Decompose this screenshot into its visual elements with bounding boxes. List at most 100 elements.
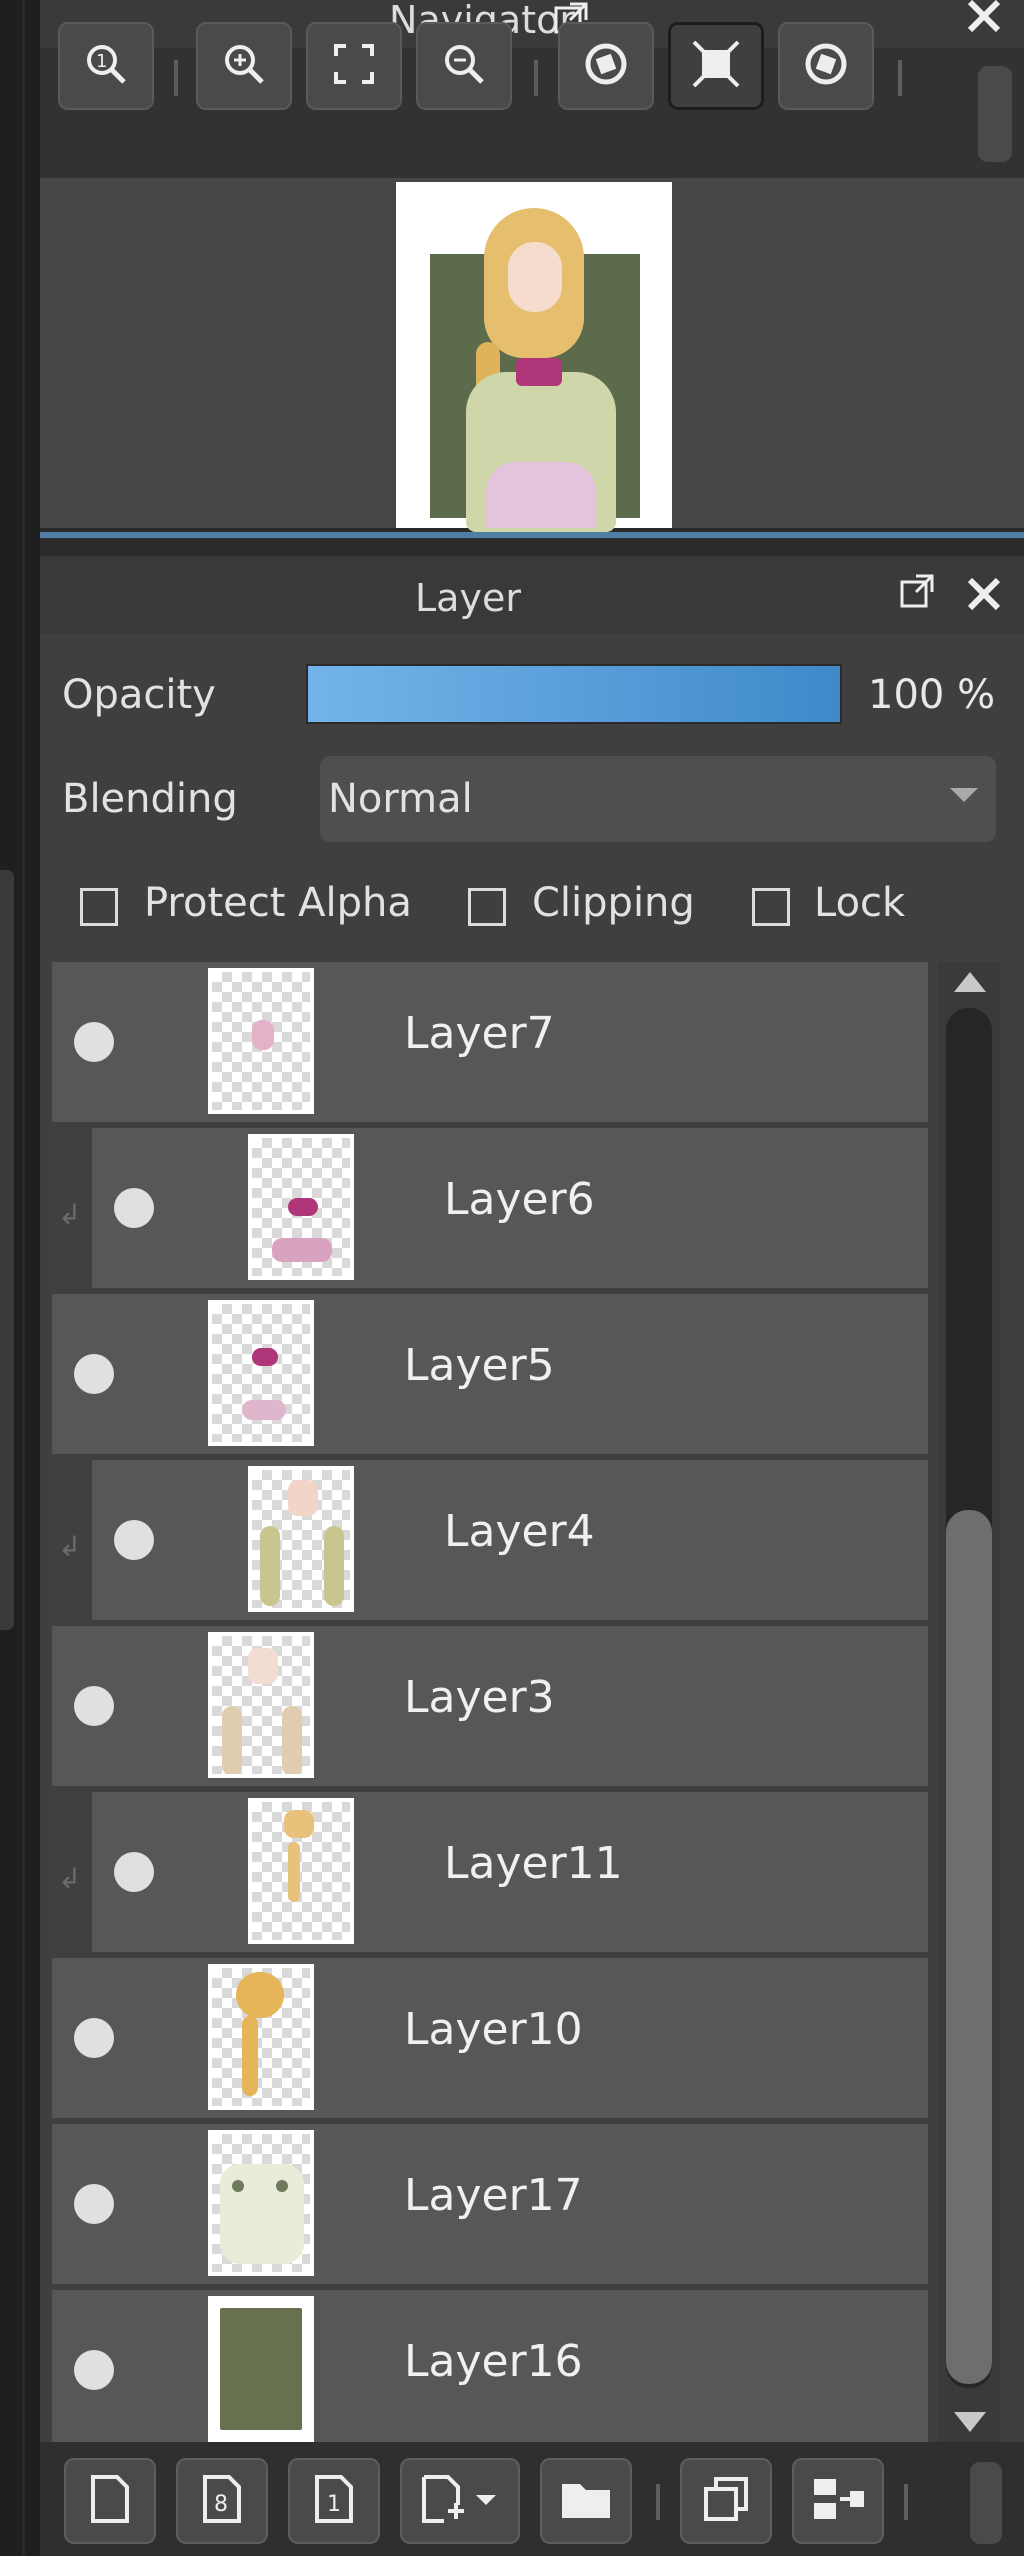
blending-select[interactable]: Normal <box>320 756 996 842</box>
zoom-out-button[interactable] <box>416 22 512 110</box>
popout-icon[interactable] <box>898 572 938 619</box>
side-scrollbar[interactable] <box>0 870 14 1630</box>
zoom-actual-button[interactable]: 1 <box>58 22 154 110</box>
flip-icon <box>690 38 742 94</box>
navigator-toolbar <box>40 48 1024 178</box>
rotate-right-icon <box>800 38 852 94</box>
protect-alpha-label: Protect Alpha <box>144 880 412 926</box>
rotate-left-icon <box>580 38 632 94</box>
merge-layer-button[interactable] <box>792 2458 884 2544</box>
svg-text:1: 1 <box>327 2492 341 2517</box>
opacity-slider[interactable] <box>306 664 842 724</box>
folder-icon <box>558 2476 614 2526</box>
layer-name: Layer4 <box>444 1506 595 1557</box>
layer-row[interactable]: Layer3 <box>52 1626 928 1786</box>
flip-button[interactable] <box>668 22 764 110</box>
layer-name: Layer11 <box>444 1838 623 1889</box>
toolbar-separator <box>534 60 538 96</box>
layer-list: Layer7 ↲ Layer6 Layer5 ↲ Layer4 Layer3 ↲… <box>52 962 930 2450</box>
add-layer-icon <box>418 2473 502 2529</box>
layer-thumbnail <box>208 2130 314 2276</box>
layer-thumbnail <box>248 1798 354 1944</box>
artwork-skirt <box>486 462 596 528</box>
visibility-icon[interactable] <box>74 1022 114 1062</box>
clipping-indicator: ↲ <box>52 1792 92 1952</box>
clipping-label: Clipping <box>532 880 695 926</box>
layer-row[interactable]: Layer16 <box>52 2290 928 2450</box>
rotate-left-button[interactable] <box>558 22 654 110</box>
opacity-value: 100 % <box>868 672 996 718</box>
toolbar-scroll-handle[interactable] <box>970 2462 1002 2544</box>
layer-title: Layer <box>415 576 521 620</box>
layer-row[interactable]: Layer11 <box>92 1792 928 1952</box>
layer-thumbnail <box>208 2296 314 2442</box>
zoom-in-button[interactable] <box>196 22 292 110</box>
zoom-out-icon <box>440 40 488 92</box>
visibility-icon[interactable] <box>74 2018 114 2058</box>
artwork-face <box>508 242 562 312</box>
artwork-bow <box>516 358 562 386</box>
opacity-label: Opacity <box>62 672 216 718</box>
clipping-checkbox[interactable] <box>468 888 506 926</box>
scroll-up-icon[interactable] <box>954 972 986 992</box>
layer-scrollbar[interactable] <box>938 962 1000 2442</box>
canvas-thumbnail[interactable] <box>396 182 672 532</box>
visibility-icon[interactable] <box>74 1686 114 1726</box>
layer-row[interactable]: Layer10 <box>52 1958 928 2118</box>
layer-name: Layer7 <box>404 1008 555 1059</box>
scroll-thumb[interactable] <box>946 1510 992 2384</box>
layer-row[interactable]: Layer17 <box>52 2124 928 2284</box>
add-layer-dropdown-button[interactable] <box>400 2458 520 2544</box>
layer-name: Layer3 <box>404 1672 555 1723</box>
visibility-icon[interactable] <box>114 1188 154 1228</box>
merge-down-icon <box>810 2473 866 2529</box>
layer-row[interactable]: Layer5 <box>52 1294 928 1454</box>
layer-titlebar: Layer <box>40 556 1024 634</box>
new-folder-button[interactable] <box>540 2458 632 2544</box>
new-1bit-layer-icon: 1 <box>311 2473 357 2529</box>
toolbar-separator <box>656 2484 660 2520</box>
rotate-right-button[interactable] <box>778 22 874 110</box>
layer-row[interactable]: Layer7 <box>52 962 928 1122</box>
new-layer-icon <box>87 2473 133 2529</box>
scroll-down-icon[interactable] <box>954 2412 986 2432</box>
svg-text:8: 8 <box>214 2492 228 2517</box>
layer-name: Layer10 <box>404 2004 583 2055</box>
visibility-icon[interactable] <box>74 2350 114 2390</box>
visibility-icon[interactable] <box>114 1520 154 1560</box>
zoom-in-icon <box>220 40 268 92</box>
fit-screen-button[interactable] <box>306 22 402 110</box>
lock-checkbox[interactable] <box>752 888 790 926</box>
visibility-icon[interactable] <box>74 2184 114 2224</box>
layer-name: Layer17 <box>404 2170 583 2221</box>
visibility-icon[interactable] <box>74 1354 114 1394</box>
lock-label: Lock <box>814 880 906 926</box>
panel-divider[interactable] <box>40 532 1024 538</box>
layer-name: Layer16 <box>404 2336 583 2387</box>
protect-alpha-checkbox[interactable] <box>80 888 118 926</box>
duplicate-layer-button[interactable] <box>680 2458 772 2544</box>
visibility-icon[interactable] <box>114 1852 154 1892</box>
zoom-actual-icon: 1 <box>82 40 130 92</box>
new-8bit-layer-icon: 8 <box>199 2473 245 2529</box>
new-8bit-layer-button[interactable]: 8 <box>176 2458 268 2544</box>
layer-row[interactable]: Layer6 <box>92 1128 928 1288</box>
clipping-indicator: ↲ <box>52 1128 92 1288</box>
left-edge-strip <box>0 0 40 2556</box>
layer-name: Layer5 <box>404 1340 555 1391</box>
layer-thumbnail <box>208 968 314 1114</box>
layer-row[interactable]: Layer4 <box>92 1460 928 1620</box>
new-layer-button[interactable] <box>64 2458 156 2544</box>
layer-thumbnail <box>248 1134 354 1280</box>
layer-thumbnail <box>208 1300 314 1446</box>
close-icon[interactable] <box>964 0 1004 43</box>
duplicate-icon <box>700 2473 752 2529</box>
toolbar-scroll-handle[interactable] <box>978 66 1012 162</box>
chevron-down-icon <box>950 788 978 802</box>
fit-screen-icon <box>330 40 378 92</box>
new-1bit-layer-button[interactable]: 1 <box>288 2458 380 2544</box>
toolbar-separator <box>904 2484 908 2520</box>
close-icon[interactable] <box>964 574 1004 621</box>
layer-name: Layer6 <box>444 1174 595 1225</box>
navigator-titlebar: Navigator <box>40 0 1024 48</box>
